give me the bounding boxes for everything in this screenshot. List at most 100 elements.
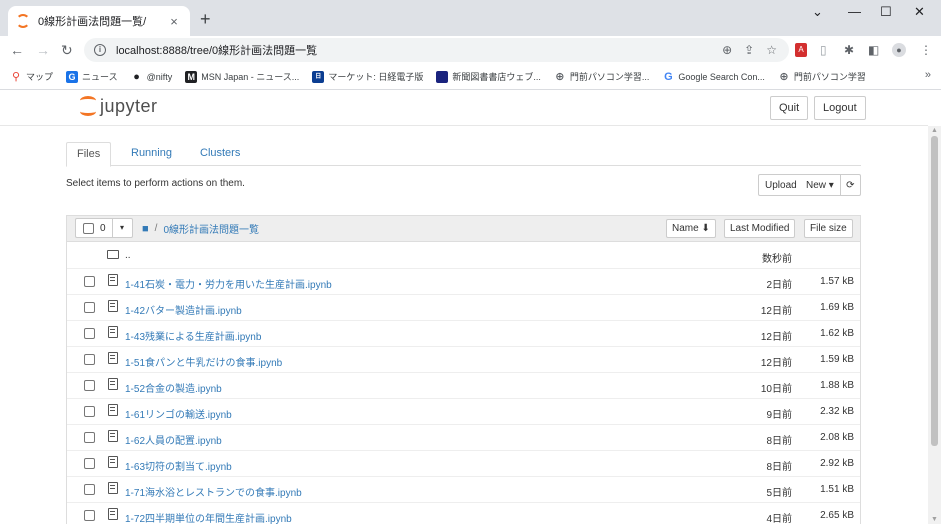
bookmark-item[interactable]: 日 マーケット: 日経電子版 — [312, 70, 423, 83]
site-info-icon[interactable]: i — [94, 44, 106, 56]
zoom-icon[interactable]: ⊕ — [722, 43, 732, 57]
page-scrollbar[interactable]: ▲ ▼ — [928, 126, 941, 524]
bookmarks-bar: ⚲ マップ G ニュース ● @nifty M MSN Japan - ニュース… — [0, 64, 941, 90]
jupyter-page: jupyter Quit Logout Files Running Cluste… — [0, 90, 941, 524]
upload-group: Upload — [758, 174, 804, 196]
row-checkbox[interactable] — [84, 432, 95, 443]
jupyter-logo[interactable]: jupyter — [78, 94, 158, 118]
upload-button[interactable]: Upload — [758, 174, 804, 196]
bookmark-item[interactable]: ⊕ 門前パソコン学習... — [554, 70, 650, 83]
table-row[interactable]: 1-71海水浴とレストランでの食事.ipynb 5日前 1.51 kB — [67, 477, 860, 503]
row-checkbox[interactable] — [84, 458, 95, 469]
refresh-icon[interactable]: ⟳ — [840, 174, 861, 196]
forward-arrow-icon[interactable]: → — [36, 41, 50, 59]
restore-button[interactable]: ☐ — [880, 4, 892, 20]
extension-icon[interactable]: ▯ — [820, 43, 827, 57]
browser-tab[interactable]: 0線形計画法問題一覧/ × — [8, 6, 190, 36]
minimize-button[interactable]: — — [848, 4, 861, 20]
table-row[interactable]: 1-62人員の配置.ipynb 8日前 2.08 kB — [67, 425, 860, 451]
reload-icon[interactable]: ↻ — [61, 41, 73, 59]
notebook-list: 0 ▾ ■ / 0線形計画法問題一覧 Name ⬇ Last Modified … — [66, 215, 861, 524]
row-checkbox[interactable] — [84, 302, 95, 313]
table-row[interactable]: 1-72四半期単位の年間生産計画.ipynb 4日前 2.65 kB — [67, 503, 860, 524]
new-dropdown-button[interactable]: New ▾ — [800, 174, 841, 196]
new-tab-button[interactable]: + — [200, 10, 211, 28]
row-checkbox[interactable] — [84, 484, 95, 495]
notebook-link[interactable]: 1-41石炭・電力・労力を用いた生産計画.ipynb — [125, 276, 332, 291]
notebook-link[interactable]: 1-43残業による生産計画.ipynb — [125, 328, 261, 343]
notebook-link[interactable]: 1-51食パンと牛乳だけの食事.ipynb — [125, 354, 282, 369]
selection-menu-caret[interactable]: ▾ — [112, 218, 133, 238]
notebook-link[interactable]: 1-71海水浴とレストランでの食事.ipynb — [125, 484, 302, 499]
sort-by-name-button[interactable]: Name ⬇ — [666, 219, 716, 238]
last-modified: 8日前 — [766, 436, 792, 447]
row-checkbox[interactable] — [84, 380, 95, 391]
notebook-link[interactable]: 1-42バター製造計画.ipynb — [125, 302, 242, 317]
bookmark-item[interactable]: ⚲ マップ — [10, 70, 53, 83]
close-window-button[interactable]: ✕ — [914, 4, 925, 20]
bookmark-item[interactable]: M MSN Japan - ニュース... — [185, 70, 299, 83]
globe-icon: ⊕ — [555, 70, 565, 83]
notebook-link[interactable]: 1-63切符の割当て.ipynb — [125, 458, 232, 473]
scroll-up-icon[interactable]: ▲ — [928, 127, 941, 134]
bookmark-item[interactable]: 新聞図書書店ウェブ... — [436, 70, 541, 83]
notebook-icon — [108, 404, 118, 416]
table-row[interactable]: 1-63切符の割当て.ipynb 8日前 2.92 kB — [67, 451, 860, 477]
back-arrow-icon[interactable]: ← — [10, 41, 24, 59]
logout-button[interactable]: Logout — [814, 96, 866, 120]
scroll-down-icon[interactable]: ▼ — [928, 516, 941, 523]
bookmark-label: 門前パソコン学習 — [793, 72, 866, 82]
notebook-link[interactable]: 1-62人員の配置.ipynb — [125, 432, 222, 447]
more-menu-icon[interactable]: ⋮ — [920, 43, 932, 57]
select-all-checkbox[interactable]: 0 — [75, 218, 113, 238]
quit-button[interactable]: Quit — [770, 96, 809, 120]
table-row[interactable]: 1-61リンゴの輸送.ipynb 9日前 2.32 kB — [67, 399, 860, 425]
row-checkbox[interactable] — [84, 276, 95, 287]
table-row[interactable]: 1-51食パンと牛乳だけの食事.ipynb 12日前 1.59 kB — [67, 347, 860, 373]
notebook-icon — [108, 378, 118, 390]
bookmark-item[interactable]: ● @nifty — [131, 71, 172, 83]
bookmark-item[interactable]: ⊕ 門前パソコン学習 — [778, 70, 866, 83]
tab-close-icon[interactable]: × — [166, 14, 182, 29]
bookmarks-overflow-icon[interactable]: » — [925, 69, 931, 81]
sidepanel-icon[interactable]: ◧ — [868, 43, 879, 57]
notebook-icon — [108, 352, 118, 364]
tab-running[interactable]: Running — [121, 142, 182, 166]
pdf-extension-icon[interactable]: A — [795, 43, 807, 57]
sort-by-last-modified-button[interactable]: Last Modified — [724, 219, 796, 238]
table-row[interactable]: 1-41石炭・電力・労力を用いた生産計画.ipynb 2日前 1.57 kB — [67, 269, 860, 295]
bookmark-label: 門前パソコン学習... — [569, 72, 650, 82]
folder-icon[interactable]: ■ — [142, 223, 149, 235]
tab-files[interactable]: Files — [66, 142, 112, 167]
address-bar[interactable]: i localhost:8888/tree/0線形計画法問題一覧 ⊕ ⇪ ☆ — [84, 38, 789, 62]
breadcrumb-folder-link[interactable]: 0線形計画法問題一覧 — [163, 221, 259, 236]
parent-directory-row[interactable]: .. 数秒前 — [67, 243, 860, 269]
table-row[interactable]: 1-43残業による生産計画.ipynb 12日前 1.62 kB — [67, 321, 860, 347]
row-checkbox[interactable] — [84, 510, 95, 521]
jupyter-logo-icon — [78, 94, 98, 118]
row-checkbox[interactable] — [84, 406, 95, 417]
puzzle-icon[interactable]: ✱ — [844, 43, 854, 57]
notebook-link[interactable]: 1-72四半期単位の年間生産計画.ipynb — [125, 510, 292, 524]
tab-search-icon[interactable]: ⌄ — [812, 4, 823, 20]
scrollbar-thumb[interactable] — [931, 136, 938, 446]
bookmark-item[interactable]: G Google Search Con... — [662, 71, 765, 83]
row-checkbox[interactable] — [84, 328, 95, 339]
bookmark-item[interactable]: G ニュース — [66, 70, 118, 83]
notebook-link[interactable]: 1-52合金の製造.ipynb — [125, 380, 222, 395]
sort-by-file-size-button[interactable]: File size — [804, 219, 853, 238]
last-modified: 12日前 — [760, 306, 792, 317]
notebook-link[interactable]: 1-61リンゴの輸送.ipynb — [125, 406, 232, 421]
parent-directory-link[interactable]: .. — [125, 250, 131, 261]
select-hint: Select items to perform actions on them. — [66, 178, 245, 189]
share-icon[interactable]: ⇪ — [744, 43, 754, 57]
bookmark-star-icon[interactable]: ☆ — [766, 43, 777, 57]
url-text[interactable]: localhost:8888/tree/0線形計画法問題一覧 — [116, 42, 722, 58]
checkbox-icon[interactable] — [83, 222, 94, 234]
table-row[interactable]: 1-42バター製造計画.ipynb 12日前 1.69 kB — [67, 295, 860, 321]
row-checkbox[interactable] — [84, 354, 95, 365]
table-row[interactable]: 1-52合金の製造.ipynb 10日前 1.88 kB — [67, 373, 860, 399]
tab-clusters[interactable]: Clusters — [190, 142, 250, 166]
bookmark-label: マップ — [26, 72, 54, 82]
profile-avatar-icon[interactable]: ● — [892, 43, 906, 57]
